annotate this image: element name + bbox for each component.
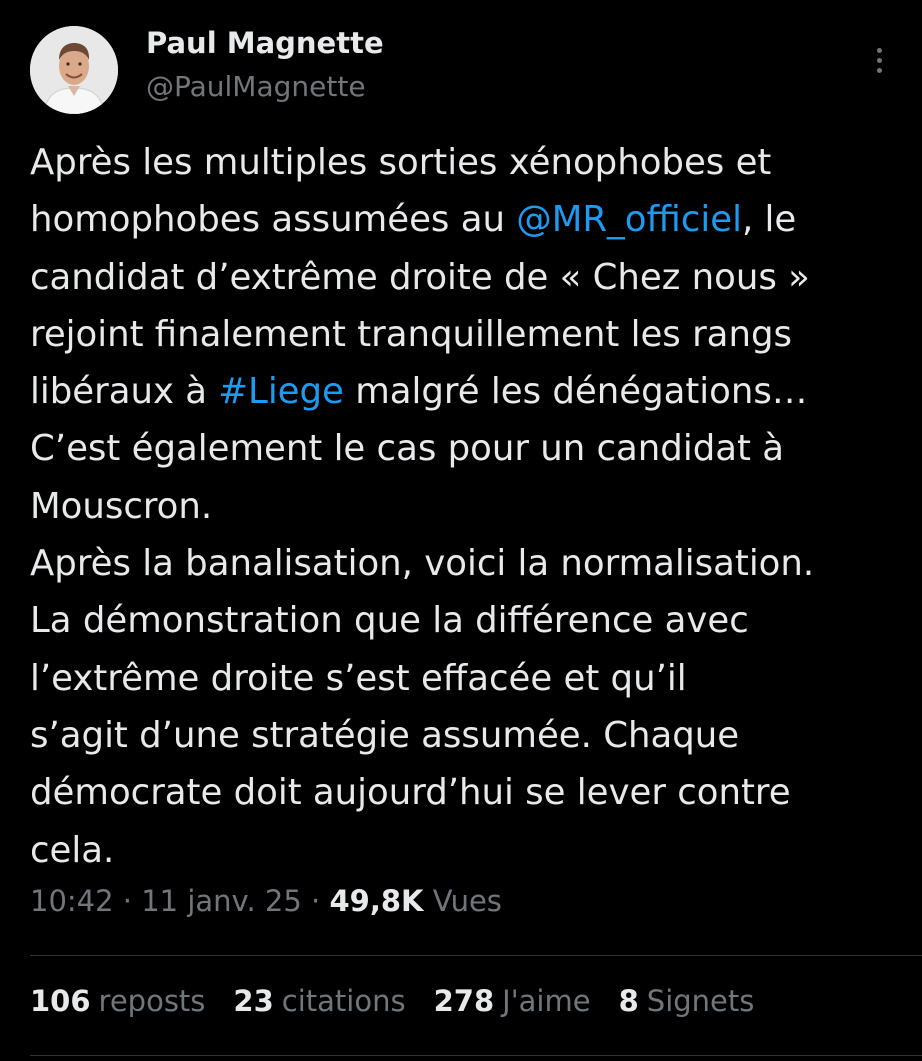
tweet-meta: 10:42 · 11 janv. 25 · 49,8K Vues — [30, 884, 502, 918]
tweet-text-segment: Mouscron. — [30, 485, 213, 527]
reposts-count: 106 — [30, 984, 91, 1018]
tweet-text-segment: rejoint finalement tranquillement les ra… — [30, 313, 792, 355]
meta-separator: · — [301, 884, 330, 918]
views-count[interactable]: 49,8K — [329, 884, 423, 918]
tweet-text-line: La démonstration que la différence avec — [30, 592, 910, 649]
tweet-text-line: libéraux à #Liege malgré les dénégations… — [30, 363, 910, 420]
reposts-label: reposts — [98, 984, 206, 1018]
tweet-text-line: C’est également le cas pour un candidat … — [30, 420, 910, 477]
tweet-text: Après les multiples sorties xénophobes e… — [30, 134, 910, 879]
tweet-text-segment: Après la banalisation, voici la normalis… — [30, 543, 815, 585]
tweet-text-segment: libéraux à — [30, 371, 219, 413]
bookmarks-stat[interactable]: 8 Signets — [619, 984, 755, 1018]
more-dot — [876, 57, 882, 63]
tweet-text-line: démocrate doit aujourd’hui se lever cont… — [30, 764, 910, 821]
quotes-label: citations — [281, 984, 406, 1018]
tweet-text-line: cela. — [30, 822, 910, 879]
tweet-text-segment: Après les multiples sorties xénophobes e… — [30, 142, 772, 183]
avatar[interactable] — [30, 26, 118, 114]
engagement-stats: 106 reposts 23 citations 278 J'aime 8 Signet… — [30, 984, 754, 1018]
tweet-text-segment: démocrate doit aujourd’hui se lever cont… — [30, 772, 791, 814]
more-vertical-icon[interactable] — [862, 40, 896, 80]
reposts-stat[interactable]: 106 reposts — [30, 984, 205, 1018]
tweet-text-segment: malgré les dénégations… — [343, 371, 808, 413]
tweet-text-line: candidat d’extrême droite de « Chez nous… — [30, 249, 910, 306]
avatar-portrait — [30, 26, 118, 114]
display-name[interactable]: Paul Magnette — [146, 26, 384, 60]
tweet-text-segment: La démonstration que la différence avec — [30, 600, 749, 642]
tweet-text-line: Mouscron. — [30, 478, 910, 535]
tweet-text-line: s’agit d’une stratégie assumée. Chaque — [30, 707, 910, 764]
mention-link[interactable]: @MR_officiel — [516, 199, 742, 240]
tweet-text-segment: , le — [741, 199, 797, 241]
handle[interactable]: @PaulMagnette — [146, 70, 366, 103]
bookmarks-label: Signets — [646, 984, 755, 1018]
more-dot — [876, 67, 882, 73]
views-label: Vues — [423, 884, 502, 918]
tweet-time[interactable]: 10:42 — [30, 884, 114, 918]
bookmarks-count: 8 — [618, 984, 639, 1018]
tweet-text-line: homophobes assumées au @MR_officiel, le — [30, 191, 910, 248]
tweet-text-segment: s’agit d’une stratégie assumée. Chaque — [30, 714, 740, 756]
tweet: Paul Magnette @PaulMagnette Après les mu… — [0, 0, 922, 1061]
divider — [30, 1055, 922, 1056]
tweet-text-line: rejoint finalement tranquillement les ra… — [30, 306, 910, 363]
tweet-text-segment: homophobes assumées au — [30, 199, 517, 241]
divider — [30, 955, 922, 956]
hashtag-link[interactable]: #Liege — [218, 371, 344, 412]
likes-count: 278 — [433, 984, 495, 1018]
tweet-text-segment: l’extrême droite s’est effacée et qu’il — [30, 657, 687, 699]
quotes-stat[interactable]: 23 citations — [233, 984, 405, 1018]
tweet-text-line: l’extrême droite s’est effacée et qu’il — [30, 650, 910, 707]
quotes-count: 23 — [233, 984, 274, 1018]
likes-stat[interactable]: 278 J'aime — [434, 984, 591, 1018]
more-dot — [876, 47, 882, 53]
tweet-text-segment: C’est également le cas pour un candidat … — [30, 428, 784, 470]
tweet-text-line: Après la banalisation, voici la normalis… — [30, 535, 910, 592]
likes-label: J'aime — [502, 984, 591, 1018]
tweet-text-segment: candidat d’extrême droite de « Chez nous… — [30, 256, 810, 298]
tweet-text-line: Après les multiples sorties xénophobes e… — [30, 134, 910, 191]
tweet-date[interactable]: 11 janv. 25 — [141, 884, 302, 918]
meta-separator: · — [113, 884, 142, 918]
tweet-text-segment: cela. — [30, 829, 115, 871]
